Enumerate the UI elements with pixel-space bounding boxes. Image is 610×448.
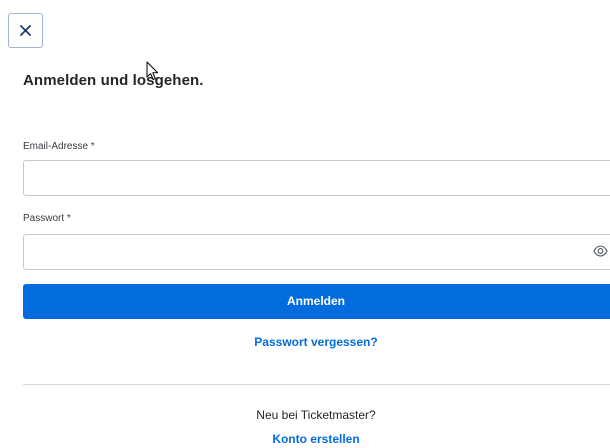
eye-icon[interactable] bbox=[593, 245, 608, 257]
forgot-password-link[interactable]: Passwort vergessen? bbox=[23, 335, 609, 349]
register-prompt: Neu bei Ticketmaster? bbox=[256, 408, 376, 422]
password-label: Passwort * bbox=[23, 213, 71, 224]
login-button[interactable]: Anmelden bbox=[23, 284, 610, 319]
email-field[interactable] bbox=[23, 160, 610, 196]
login-button-label: Anmelden bbox=[286, 294, 345, 308]
password-field[interactable] bbox=[23, 234, 610, 270]
email-label: Email-Adresse * bbox=[23, 141, 95, 152]
login-dialog: Anmelden und losgehen. Email-Adresse * P… bbox=[0, 0, 610, 448]
create-account-link[interactable]: Konto erstellen bbox=[23, 432, 609, 446]
page-title: Anmelden und losgehen. bbox=[23, 72, 204, 89]
close-button[interactable] bbox=[8, 13, 43, 48]
divider bbox=[23, 384, 610, 385]
mouse-cursor-icon bbox=[146, 61, 159, 81]
close-icon bbox=[20, 25, 31, 36]
